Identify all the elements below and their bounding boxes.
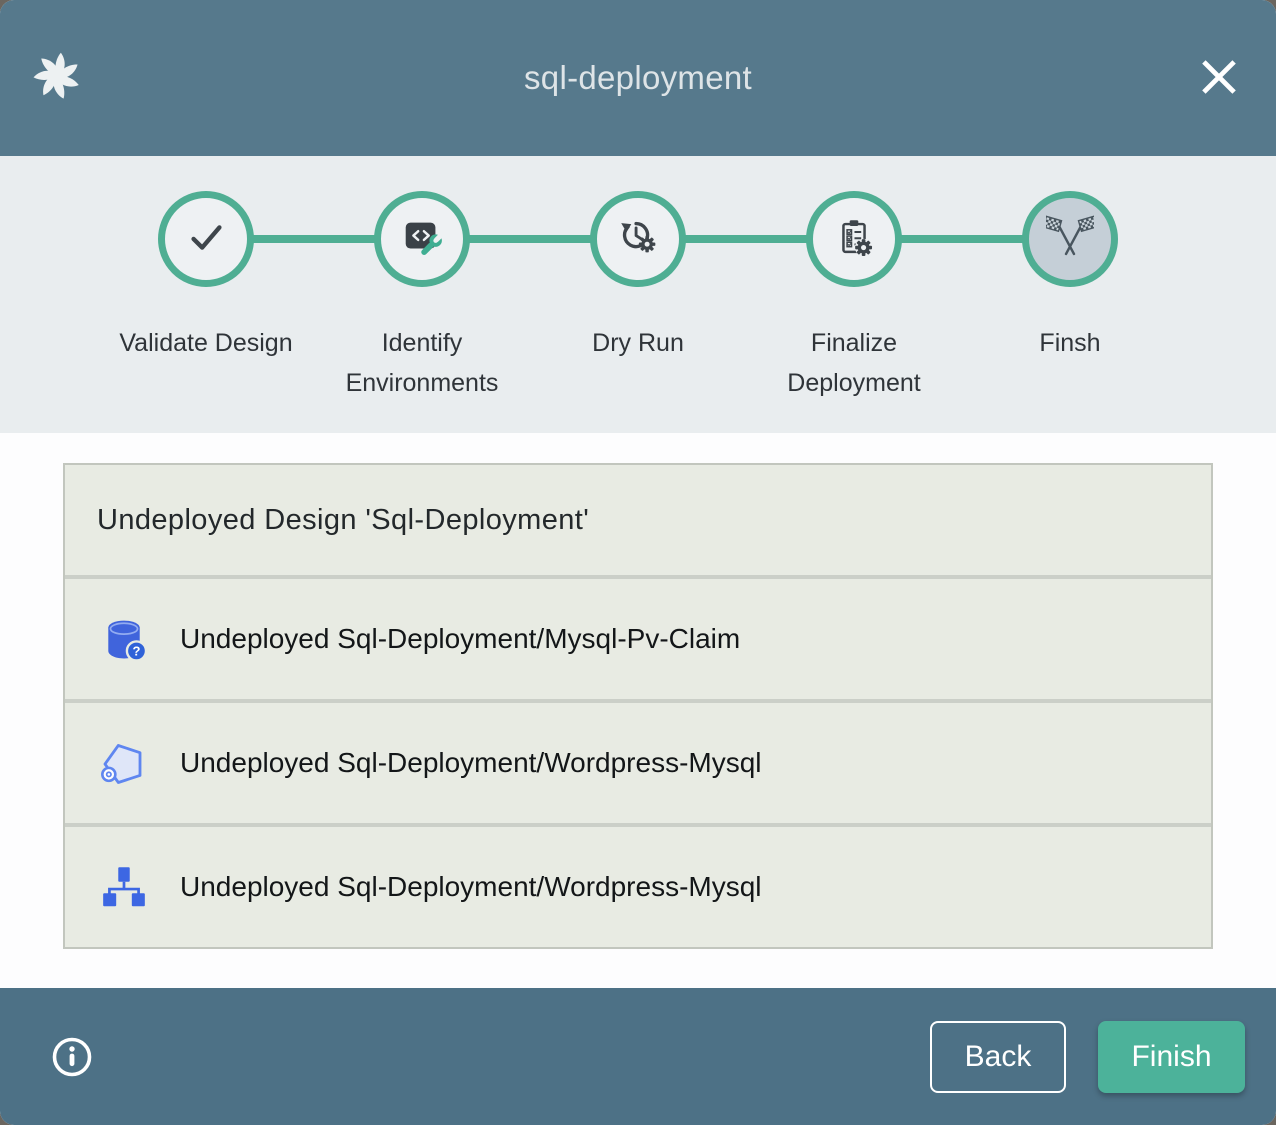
result-text: Undeployed Sql-Deployment/Wordpress-Mysq… (180, 871, 762, 903)
info-button[interactable] (50, 1035, 94, 1079)
step-finalize-deployment-circle[interactable] (806, 191, 902, 287)
result-text: Undeployed Sql-Deployment/Wordpress-Mysq… (180, 747, 762, 779)
pinwheel-logo-icon (28, 47, 86, 105)
results-header-row: Undeployed Design 'Sql-Deployment' (65, 465, 1211, 575)
step-validate-design-circle[interactable] (158, 191, 254, 287)
step-finish: Finsh (962, 191, 1178, 403)
dialog-footer: Back Finish (0, 988, 1276, 1125)
results-header-text: Undeployed Design 'Sql-Deployment' (97, 504, 589, 537)
sql-deployment-wizard-dialog: sql-deployment Validate Design (0, 0, 1276, 1125)
database-question-icon: ? (98, 613, 150, 665)
step-finish-circle[interactable] (1022, 191, 1118, 287)
step-label: Validate Design (119, 323, 292, 363)
step-identify-environments: Identify Environments (314, 191, 530, 403)
step-dry-run-circle[interactable] (590, 191, 686, 287)
result-row-wordpress-mysql-pod: Undeployed Sql-Deployment/Wordpress-Mysq… (65, 703, 1211, 823)
undeployed-results-panel: Undeployed Design 'Sql-Deployment' ? Und… (63, 463, 1213, 949)
svg-text:?: ? (132, 643, 140, 658)
result-row-wordpress-mysql-deployment: Undeployed Sql-Deployment/Wordpress-Mysq… (65, 827, 1211, 947)
dialog-header: sql-deployment (0, 0, 1276, 156)
history-clock-gear-icon (615, 214, 661, 265)
result-text: Undeployed Sql-Deployment/Mysql-Pv-Claim (180, 623, 740, 655)
step-validate-design: Validate Design (98, 191, 314, 403)
info-circle-icon (50, 1067, 94, 1082)
hierarchy-tree-icon (98, 861, 150, 913)
checkered-flags-icon (1046, 213, 1094, 266)
step-finalize-deployment: Finalize Deployment (746, 191, 962, 403)
results-area: Undeployed Design 'Sql-Deployment' ? Und… (0, 433, 1276, 988)
step-label: Dry Run (592, 323, 684, 363)
step-label: Finsh (1039, 323, 1100, 363)
step-identify-environments-circle[interactable] (374, 191, 470, 287)
close-icon (1196, 88, 1242, 103)
code-window-wrench-icon (399, 214, 445, 265)
pod-pentagon-icon (98, 737, 150, 789)
check-icon (183, 214, 229, 265)
result-row-mysql-pv-claim: ? Undeployed Sql-Deployment/Mysql-Pv-Cla… (65, 579, 1211, 699)
dialog-title: sql-deployment (524, 59, 752, 97)
clipboard-checklist-gear-icon (831, 214, 877, 265)
back-button[interactable]: Back (930, 1021, 1066, 1093)
wizard-stepper: Validate Design (0, 156, 1276, 433)
step-label: Finalize Deployment (765, 323, 943, 403)
finish-button[interactable]: Finish (1098, 1021, 1245, 1093)
close-button[interactable] (1194, 52, 1244, 102)
step-dry-run: Dry Run (530, 191, 746, 403)
step-label: Identify Environments (333, 323, 511, 403)
